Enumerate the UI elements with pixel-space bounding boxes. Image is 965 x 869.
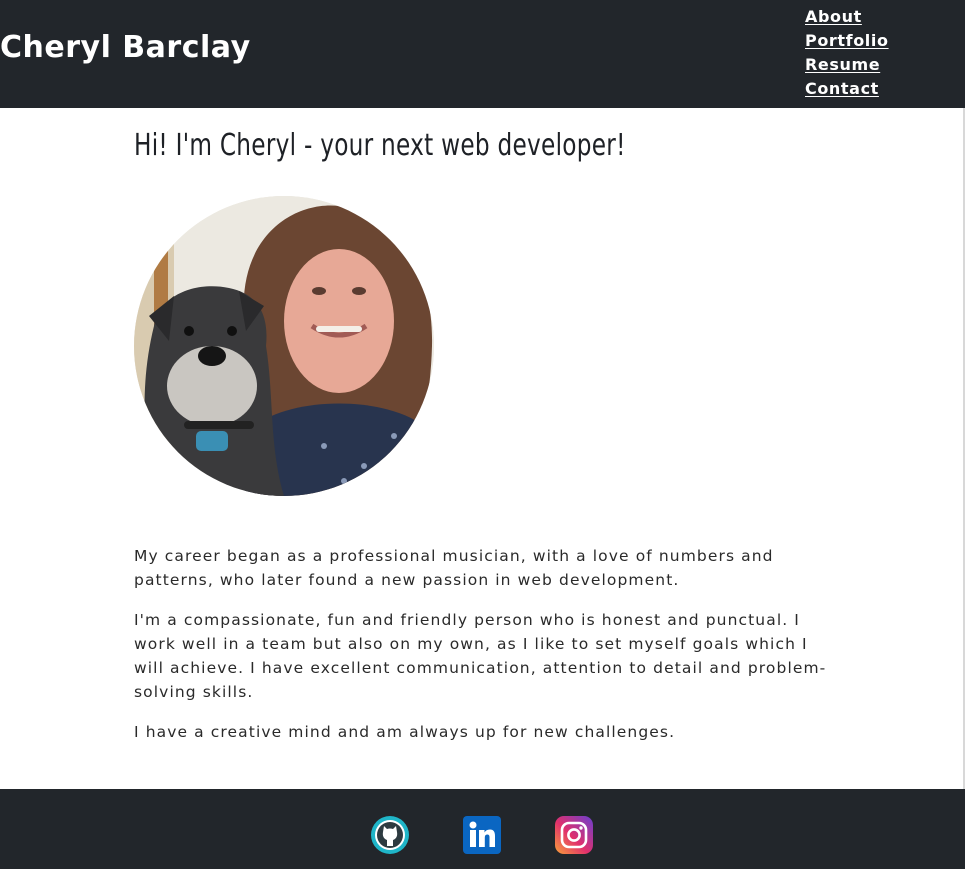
page: Cheryl Barclay About Portfolio Resume Co…	[0, 0, 965, 869]
site-title[interactable]: Cheryl Barclay	[0, 29, 251, 67]
nav-item-contact: Contact	[805, 77, 889, 101]
bio-paragraph-2: I'm a compassionate, fun and friendly pe…	[134, 611, 827, 701]
nav-link-resume[interactable]: Resume	[805, 55, 880, 74]
linkedin-link[interactable]	[463, 816, 501, 854]
nav-link-about[interactable]: About	[805, 7, 862, 26]
bio-paragraph-1: My career began as a professional musici…	[134, 547, 774, 589]
nav-item-resume: Resume	[805, 53, 889, 77]
bio-paragraph-3: I have a creative mind and am always up …	[134, 723, 676, 741]
profile-photo	[134, 196, 434, 496]
instagram-link[interactable]	[555, 816, 593, 854]
github-link[interactable]	[371, 816, 409, 854]
bio-text: My career began as a professional musici…	[134, 544, 834, 760]
nav-link-contact[interactable]: Contact	[805, 79, 879, 98]
github-icon	[371, 816, 409, 854]
site-header: Cheryl Barclay About Portfolio Resume Co…	[0, 0, 965, 108]
page-heading: Hi! I'm Cheryl - your next web developer…	[134, 128, 626, 163]
instagram-icon	[555, 816, 593, 854]
nav-item-about: About	[805, 5, 889, 29]
nav-link-portfolio[interactable]: Portfolio	[805, 31, 889, 50]
linkedin-icon	[463, 816, 501, 854]
main-nav: About Portfolio Resume Contact	[805, 5, 889, 101]
nav-item-portfolio: Portfolio	[805, 29, 889, 53]
